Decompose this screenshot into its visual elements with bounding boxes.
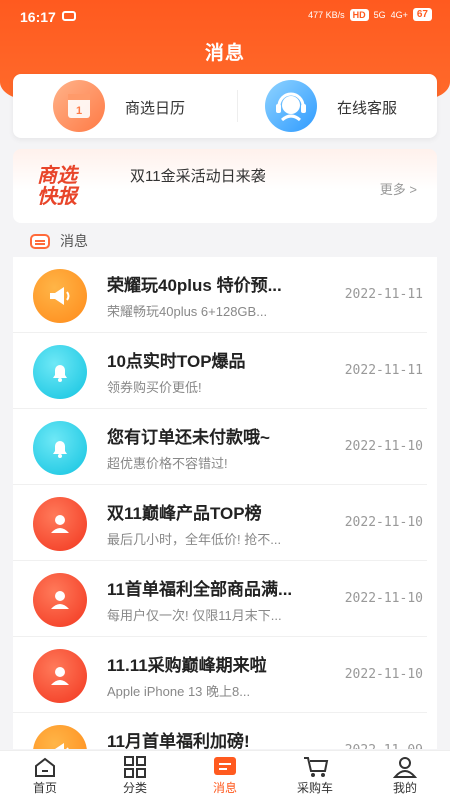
page-title: 消息 (204, 43, 245, 64)
home-icon (33, 756, 57, 778)
customer-service-icon (265, 80, 317, 132)
customer-service-label: 在线客服 (337, 100, 398, 117)
message-item[interactable]: 荣耀玩40plus 特价预... 荣耀畅玩40plus 6+128GB... 202… (13, 257, 427, 333)
user-icon (33, 573, 87, 627)
user-icon (33, 649, 87, 703)
tab-label: 首页 (32, 781, 57, 795)
megaphone-icon (33, 269, 87, 323)
message-item[interactable]: 10点实时TOP爆品领券购买价更低! 2022-11-11 (13, 333, 427, 409)
car-icon (62, 11, 76, 21)
section-title: 消息 (60, 233, 88, 249)
profile-icon (392, 756, 418, 778)
net-speed: 477 KB/s (308, 9, 345, 20)
tab-message[interactable]: 消息 (180, 751, 270, 800)
signal-5g: 5G (373, 9, 386, 20)
news-logo-line2: 快报 (37, 186, 77, 208)
message-item[interactable]: 11首单福利全部商品满... 每用户仅一次! 仅限11月末下... 2022-11-… (13, 561, 427, 637)
message-list[interactable]: 荣耀玩40plus 特价预... 荣耀畅玩40plus 6+128GB... 202… (13, 257, 437, 749)
message-section-icon (30, 233, 50, 249)
battery-icon: 67 (412, 8, 432, 21)
message-item[interactable]: 您有订单还未付款哦~ 超优惠价格不容错过! 2022-11-10 (13, 409, 427, 485)
tab-label: 我的 (392, 781, 417, 795)
news-more-link[interactable]: 更多 > (380, 179, 417, 198)
tab-label: 分类 (122, 781, 147, 795)
message-date: 2022-11-10 (344, 667, 423, 682)
message-date: 2022-11-10 (344, 515, 423, 530)
hd-badge: HD (349, 8, 369, 21)
news-banner[interactable]: 商选 快报 双11金采活动日来袭 更多 > (13, 149, 437, 223)
bottom-tabbar: 首页 分类 消息 采购车 我的 (0, 750, 450, 800)
message-title: 11首单福利全部商品满... (107, 580, 293, 599)
message-subtitle: 最后几小时，全年低价! 抢不... (107, 532, 282, 547)
tab-profile[interactable]: 我的 (360, 751, 450, 800)
megaphone-icon (33, 725, 87, 749)
message-date: 2022-11-09 (345, 743, 423, 749)
status-time: 16:17 (20, 9, 56, 25)
message-item[interactable]: 双11巅峰产品TOP榜最后几小时，全年低价! 抢不... 2022-11-10 (13, 485, 427, 561)
tab-label: 消息 (212, 781, 237, 795)
svg-text:1: 1 (76, 105, 82, 117)
tab-cart[interactable]: 采购车 (270, 751, 360, 800)
status-bar: 16:17 477 KB/s HD 5G 4G+ 67 (0, 0, 450, 34)
calendar-button[interactable]: 1 商选日历 (13, 74, 225, 138)
news-logo: 商选 快报 (37, 166, 91, 208)
news-logo-line1: 商选 (37, 165, 77, 187)
tab-label: 采购车 (296, 781, 333, 795)
message-title: 荣耀玩40plus 特价预... (107, 276, 282, 295)
cart-icon (303, 756, 329, 778)
message-title: 双11巅峰产品TOP榜 (107, 504, 262, 523)
message-subtitle: 每用户仅一次! 仅限11月末下... (107, 608, 282, 623)
message-item[interactable]: 11月首单福利加磅! 2022-11-09 (13, 713, 427, 749)
message-subtitle: Apple iPhone 13 晚上8... (107, 684, 251, 699)
quick-actions-card: 1 商选日历 在线客服 (13, 74, 437, 138)
message-title: 11.11采购巅峰期来啦 (107, 656, 267, 675)
message-title: 您有订单还未付款哦~ (107, 428, 270, 447)
message-date: 2022-11-11 (344, 363, 423, 378)
tab-grid[interactable]: 分类 (90, 751, 180, 800)
message-subtitle: 荣耀畅玩40plus 6+128GB... (107, 304, 268, 319)
bell-icon (33, 421, 87, 475)
grid-icon (123, 756, 147, 778)
message-item[interactable]: 11.11采购巅峰期来啦 Apple iPhone 13 晚上8... 2022-1… (13, 637, 427, 713)
status-indicators: 477 KB/s HD 5G 4G+ 67 (308, 8, 432, 21)
signal-4g: 4G+ (390, 9, 408, 20)
message-title: 10点实时TOP爆品 (107, 352, 246, 371)
message-title: 11月首单福利加磅! (107, 732, 250, 749)
message-date: 2022-11-10 (344, 439, 423, 454)
section-header: 消息 (30, 231, 88, 251)
message-subtitle: 领券购买价更低! (107, 380, 202, 395)
tab-home[interactable]: 首页 (0, 751, 90, 800)
message-icon (213, 756, 237, 778)
news-headline[interactable]: 双11金采活动日来袭 (130, 165, 266, 186)
message-date: 2022-11-11 (344, 287, 423, 302)
message-date: 2022-11-10 (344, 591, 423, 606)
customer-service-button[interactable]: 在线客服 (225, 74, 437, 138)
message-subtitle: 超优惠价格不容错过! (107, 456, 228, 471)
calendar-label: 商选日历 (125, 100, 186, 117)
calendar-icon: 1 (53, 80, 105, 132)
bell-icon (33, 345, 87, 399)
user-icon (33, 497, 87, 551)
